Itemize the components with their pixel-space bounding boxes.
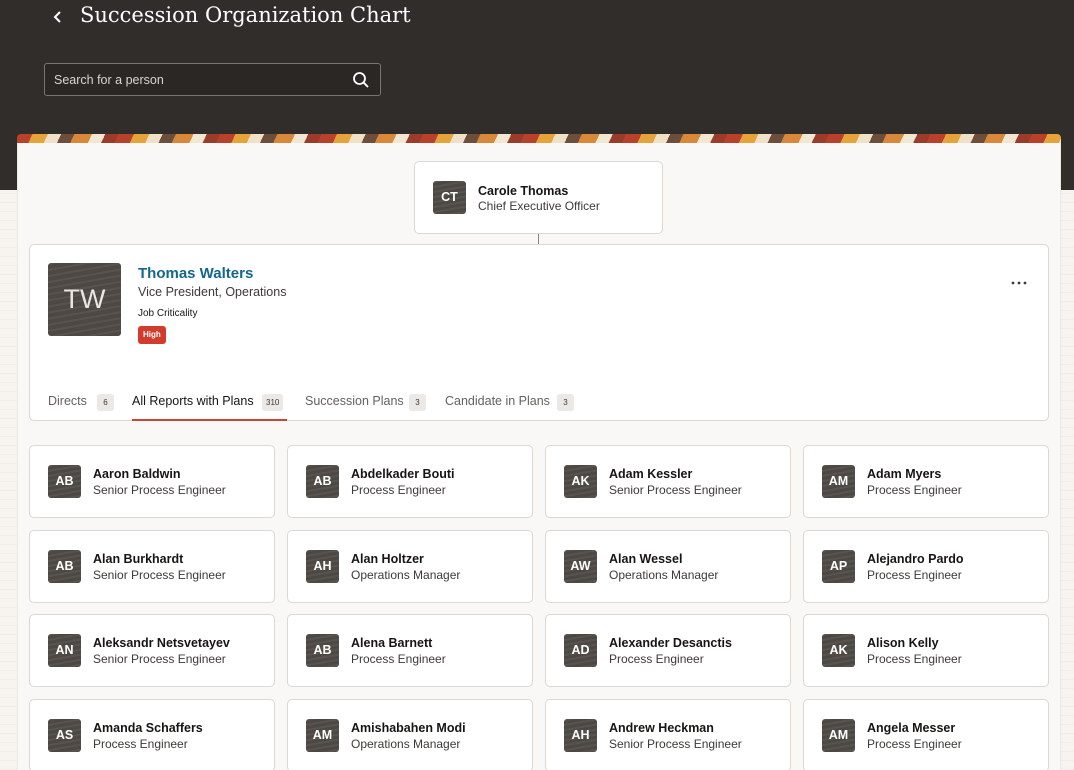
person-title: Process Engineer: [867, 737, 962, 751]
avatar: AM: [822, 719, 855, 752]
tab-count: 6: [97, 394, 114, 411]
person-name: Alena Barnett: [351, 636, 433, 650]
person-title: Process Engineer: [867, 483, 962, 497]
more-actions-button[interactable]: [1008, 275, 1030, 289]
person-card[interactable]: AH Alan Holtzer Operations Manager: [287, 530, 533, 603]
person-card[interactable]: AK Adam Kessler Senior Process Engineer: [545, 445, 791, 518]
search-icon[interactable]: [352, 71, 370, 89]
avatar: AM: [822, 465, 855, 498]
tab-directs[interactable]: Directs 6: [48, 385, 114, 421]
back-button[interactable]: [46, 4, 70, 30]
person-title: Process Engineer: [609, 652, 704, 666]
tab-candidate-in-plans[interactable]: Candidate in Plans 3: [445, 385, 575, 421]
person-title: Process Engineer: [351, 483, 446, 497]
reports-grid: AB Aaron Baldwin Senior Process Engineer AB…: [29, 445, 1049, 770]
tab-all-reports-with-plans[interactable]: All Reports with Plans 310: [132, 385, 287, 421]
avatar: AM: [306, 719, 339, 752]
tab-label: Candidate in Plans: [445, 394, 550, 408]
person-name: Alan Burkhardt: [93, 552, 184, 566]
avatar: AP: [822, 550, 855, 583]
person-name: Aaron Baldwin: [93, 467, 181, 481]
manager-title: Chief Executive Officer: [478, 199, 600, 213]
org-connector-line: [538, 234, 539, 244]
avatar: AB: [306, 465, 339, 498]
person-title: Operations Manager: [351, 737, 461, 751]
avatar: TW: [48, 263, 121, 336]
tab-count: 3: [409, 394, 426, 411]
person-name: Alan Holtzer: [351, 552, 424, 566]
person-name: Adam Myers: [867, 467, 942, 481]
ellipsis-icon: [1011, 281, 1027, 285]
avatar: AW: [564, 550, 597, 583]
person-name: Amishabahen Modi: [351, 721, 466, 735]
person-title: Senior Process Engineer: [609, 483, 742, 497]
search-input[interactable]: [45, 64, 345, 95]
avatar: AB: [306, 634, 339, 667]
person-title: Process Engineer: [867, 568, 962, 582]
avatar: AS: [48, 719, 81, 752]
person-card[interactable]: AD Alexander Desanctis Process Engineer: [545, 614, 791, 687]
person-name: Alan Wessel: [609, 552, 683, 566]
person-card[interactable]: AK Alison Kelly Process Engineer: [803, 614, 1049, 687]
person-card[interactable]: AM Adam Myers Process Engineer: [803, 445, 1049, 518]
person-name: Aleksandr Netsvetayev: [93, 636, 230, 650]
person-title: Operations Manager: [351, 568, 461, 582]
person-card[interactable]: AW Alan Wessel Operations Manager: [545, 530, 791, 603]
person-title: Operations Manager: [609, 568, 719, 582]
person-title: Senior Process Engineer: [609, 737, 742, 751]
person-title: Senior Process Engineer: [93, 568, 226, 582]
person-name: Adam Kessler: [609, 467, 693, 481]
person-title: Senior Process Engineer: [93, 652, 226, 666]
person-card[interactable]: AM Amishabahen Modi Operations Manager: [287, 699, 533, 770]
person-title: Senior Process Engineer: [93, 483, 226, 497]
person-card[interactable]: AB Aaron Baldwin Senior Process Engineer: [29, 445, 275, 518]
tab-label: Succession Plans: [305, 394, 404, 408]
chevron-left-icon: [53, 11, 61, 23]
tab-succession-plans[interactable]: Succession Plans 3: [305, 385, 427, 421]
avatar: AB: [48, 465, 81, 498]
avatar: AB: [48, 550, 81, 583]
person-name: Andrew Heckman: [609, 721, 714, 735]
active-tab-indicator: [132, 419, 287, 421]
person-name: Abdelkader Bouti: [351, 467, 455, 481]
job-criticality-label: Job Criticality: [138, 308, 198, 319]
avatar: CT: [433, 181, 466, 214]
tab-count: 3: [557, 394, 574, 411]
avatar: AN: [48, 634, 81, 667]
person-name: Alexander Desanctis: [609, 636, 732, 650]
avatar: AK: [564, 465, 597, 498]
tab-label: All Reports with Plans: [132, 394, 254, 408]
avatar: AH: [306, 550, 339, 583]
person-card[interactable]: AB Alan Burkhardt Senior Process Engineer: [29, 530, 275, 603]
avatar: AH: [564, 719, 597, 752]
person-card[interactable]: AB Alena Barnett Process Engineer: [287, 614, 533, 687]
tab-count: 310: [262, 394, 284, 411]
manager-name: Carole Thomas: [478, 184, 569, 198]
person-card[interactable]: AN Aleksandr Netsvetayev Senior Process En…: [29, 614, 275, 687]
person-title: Process Engineer: [867, 652, 962, 666]
person-title: Process Engineer: [351, 652, 446, 666]
person-title: Process Engineer: [93, 737, 188, 751]
person-card[interactable]: AH Andrew Heckman Senior Process Engineer: [545, 699, 791, 770]
focus-person-title: Vice President, Operations: [138, 285, 287, 299]
page-title: Succession Organization Chart: [80, 3, 411, 27]
person-card[interactable]: AS Amanda Schaffers Process Engineer: [29, 699, 275, 770]
person-name: Amanda Schaffers: [93, 721, 203, 735]
criticality-badge: High: [138, 326, 166, 344]
person-name: Angela Messer: [867, 721, 956, 735]
person-name: Alejandro Pardo: [867, 552, 964, 566]
manager-card[interactable]: CT Carole Thomas Chief Executive Officer: [414, 161, 663, 234]
person-card[interactable]: AM Angela Messer Process Engineer: [803, 699, 1049, 770]
tab-label: Directs: [48, 394, 87, 408]
person-name: Alison Kelly: [867, 636, 939, 650]
person-card[interactable]: AB Abdelkader Bouti Process Engineer: [287, 445, 533, 518]
focus-person-card: TW Thomas Walters Vice President, Operat…: [29, 244, 1049, 421]
avatar: AD: [564, 634, 597, 667]
person-card[interactable]: AP Alejandro Pardo Process Engineer: [803, 530, 1049, 603]
focus-person-name[interactable]: Thomas Walters: [138, 265, 253, 282]
person-search[interactable]: [44, 63, 381, 96]
avatar: AK: [822, 634, 855, 667]
